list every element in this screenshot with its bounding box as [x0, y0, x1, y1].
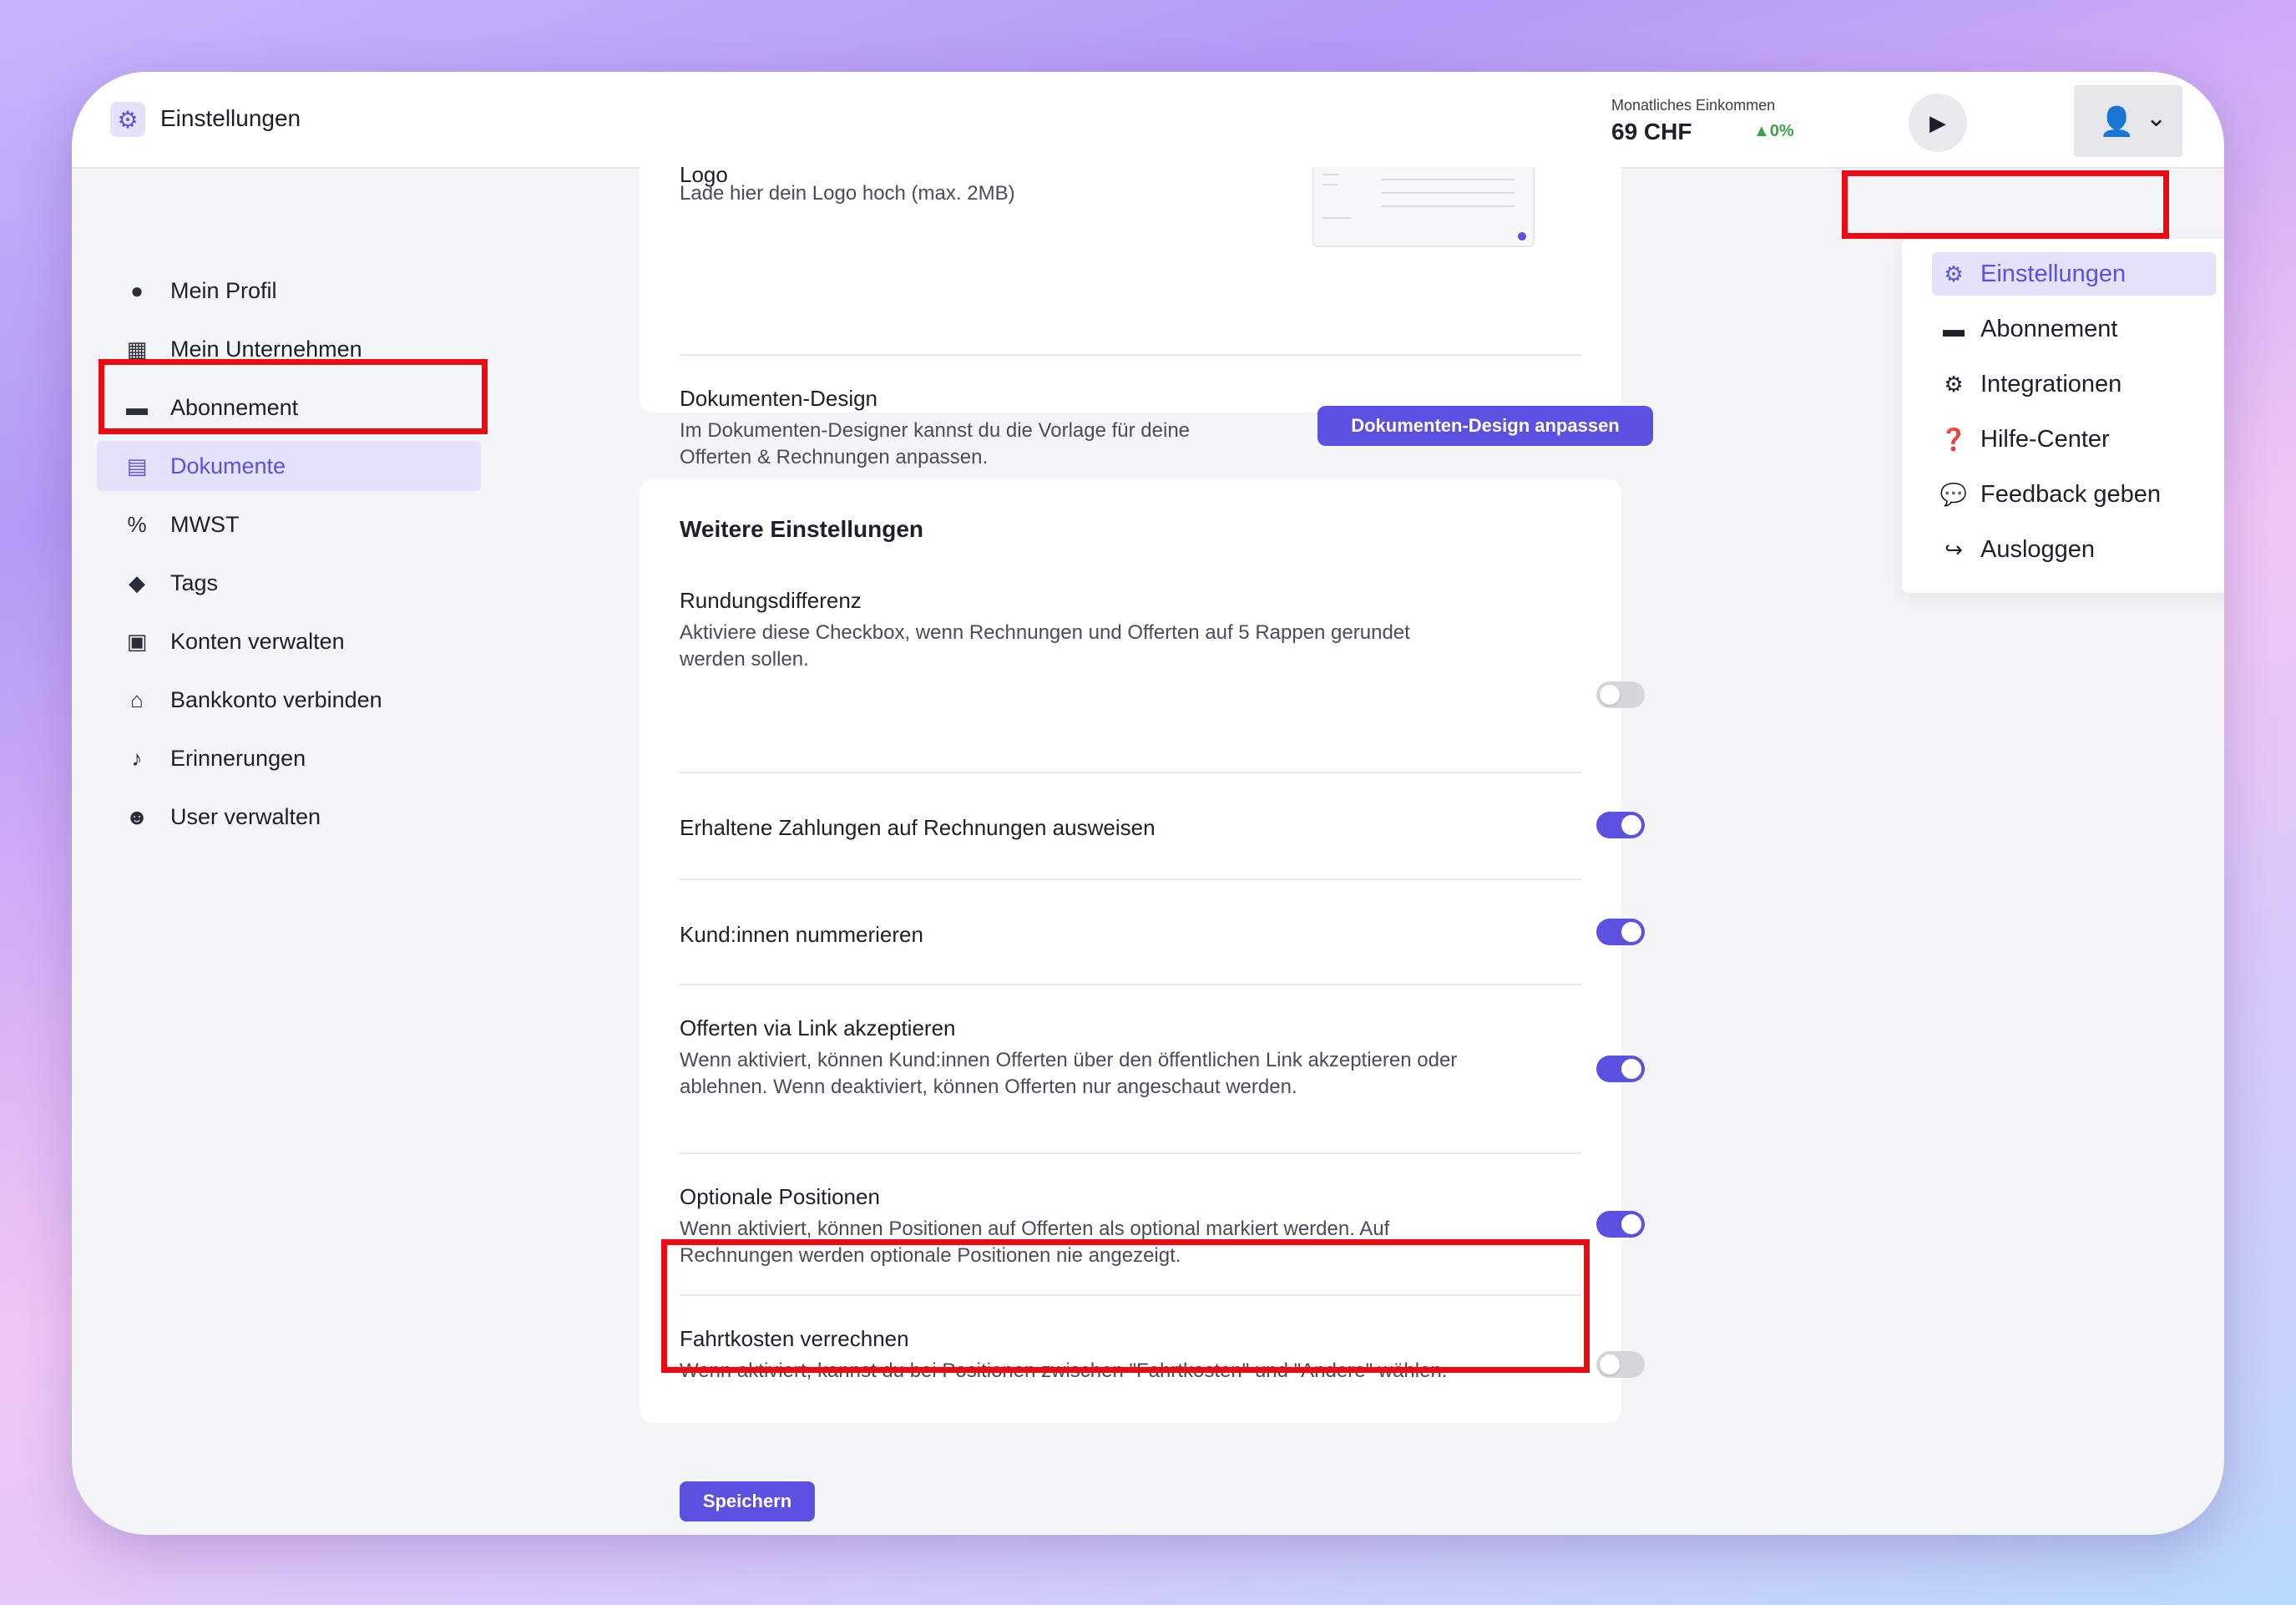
sidebar-item-label: User verwalten: [170, 803, 321, 829]
sidebar-item-erinnerungen[interactable]: ♪ Erinnerungen: [97, 733, 481, 783]
setting-description: Wenn aktiviert, können Positionen auf Of…: [680, 1218, 1390, 1267]
top-bar: ⚙ Einstellungen Monatliches Einkommen 69…: [72, 72, 2224, 169]
rundungsdifferenz-toggle[interactable]: [1596, 681, 1645, 708]
user-icon: 👤: [2099, 106, 2135, 138]
sidebar-item-label: Bankkonto verbinden: [170, 686, 382, 712]
logo-description: Lade hier dein Logo hoch (max. 2MB): [680, 182, 1015, 205]
optionale-positionen-toggle[interactable]: [1596, 1211, 1645, 1238]
question-icon: ❓: [1939, 426, 1968, 452]
sidebar-item-label: Konten verwalten: [170, 628, 345, 654]
comments-icon: 💬: [1939, 481, 1968, 507]
document-design-title: Dokumenten-Design: [680, 386, 878, 411]
play-icon: ▶: [1929, 109, 1946, 135]
setting-title: Optionale Positionen: [680, 1184, 880, 1209]
chevron-down-icon: ⌄: [2146, 104, 2167, 132]
section-title: Weitere Einstellungen: [680, 516, 923, 542]
setting-description: Wenn aktiviert, können Kund:innen Offert…: [680, 1049, 1458, 1098]
sidebar-item-abonnement[interactable]: ▬ Abonnement: [97, 382, 481, 433]
play-button[interactable]: ▶: [1909, 94, 1967, 152]
sidebar-item-mwst[interactable]: % MWST: [97, 499, 481, 549]
app-window: ⚙ Einstellungen Monatliches Einkommen 69…: [72, 72, 2224, 1535]
logo-preview[interactable]: [1312, 167, 1535, 247]
sidebar-item-label: MWST: [170, 511, 240, 537]
kunden-nummerieren-toggle[interactable]: [1596, 919, 1645, 945]
menu-item-abonnement[interactable]: ▬ Abonnement: [1932, 307, 2216, 351]
gear-icon: ⚙: [1944, 261, 1964, 286]
sidebar-item-tags[interactable]: ◆ Tags: [97, 558, 481, 608]
user-menu-button[interactable]: 👤 ⌄: [2074, 85, 2182, 157]
documents-card: Logo Lade hier dein Logo hoch (max. 2MB)…: [640, 162, 1653, 468]
menu-item-feedback-geben[interactable]: 💬 Feedback geben: [1932, 473, 2216, 516]
setting-description: Aktiviere diese Checkbox, wenn Rechnunge…: [680, 621, 1410, 671]
menu-item-label: Integrationen: [1980, 370, 2122, 397]
menu-item-label: Abonnement: [1980, 315, 2118, 342]
sidebar-item-mein-unternehmen[interactable]: ▦ Mein Unternehmen: [97, 324, 481, 374]
menu-item-integrationen[interactable]: ⚙ Integrationen: [1932, 362, 2216, 406]
user-dropdown-menu: ⚙ Einstellungen ▬ Abonnement ⚙ Integrati…: [1902, 239, 2224, 593]
credit-card-icon: ▬: [1943, 316, 1965, 342]
save-button[interactable]: Speichern: [680, 1481, 815, 1521]
gears-icon: ⚙: [1944, 371, 1964, 397]
sidebar-item-dokumente[interactable]: ▤ Dokumente: [97, 441, 481, 491]
more-settings-card: Weitere Einstellungen Rundungsdifferenz …: [640, 479, 1645, 1521]
bell-icon: ♪: [131, 745, 143, 771]
offerten-link-toggle[interactable]: [1596, 1056, 1645, 1082]
highlight-einstellungen: [1842, 170, 2169, 239]
sidebar-item-konten-verwalten[interactable]: ▣ Konten verwalten: [97, 616, 481, 666]
setting-title: Erhaltene Zahlungen auf Rechnungen auswe…: [680, 815, 1156, 840]
setting-title: Fahrtkosten verrechnen: [680, 1326, 909, 1351]
menu-item-label: Ausloggen: [1980, 535, 2096, 563]
menu-item-label: Hilfe-Center: [1980, 425, 2110, 453]
user-icon: ●: [130, 277, 144, 303]
upload-indicator: [1518, 232, 1526, 240]
setting-description: Wenn aktiviert, kannst du bei Positionen…: [680, 1359, 1448, 1382]
sidebar-item-label: Tags: [170, 570, 219, 595]
gear-icon: ⚙: [110, 102, 145, 137]
sidebar-item-label: Mein Profil: [170, 277, 277, 303]
sidebar-item-label: Dokumente: [170, 453, 286, 478]
income-value: 69 CHF: [1611, 119, 1692, 144]
menu-item-label: Einstellungen: [1980, 260, 2127, 287]
divider: [680, 1152, 1581, 1154]
users-icon: ☻: [125, 803, 149, 829]
logout-icon: ↪: [1945, 536, 1963, 562]
divider: [680, 984, 1581, 985]
credit-card-icon: ▬: [126, 394, 148, 420]
document-design-button[interactable]: Dokumenten-Design anpassen: [1317, 406, 1653, 446]
setting-title: Rundungsdifferenz: [680, 588, 862, 613]
menu-item-hilfe-center[interactable]: ❓ Hilfe-Center: [1932, 418, 2216, 461]
sidebar-item-label: Abonnement: [170, 394, 299, 420]
sidebar-item-label: Erinnerungen: [170, 745, 306, 771]
divider: [680, 354, 1581, 356]
divider: [680, 878, 1581, 880]
percent-icon: %: [127, 511, 147, 537]
bank-icon: ⌂: [130, 686, 144, 712]
income-change: ▲0%: [1753, 122, 1794, 140]
setting-title: Kund:innen nummerieren: [680, 922, 923, 947]
sidebar-item-bankkonto-verbinden[interactable]: ⌂ Bankkonto verbinden: [97, 675, 481, 725]
tag-icon: ◆: [129, 570, 145, 595]
menu-item-einstellungen[interactable]: ⚙ Einstellungen: [1932, 252, 2216, 296]
divider: [680, 772, 1581, 773]
document-icon: ▤: [126, 453, 148, 478]
zahlungen-ausweisen-toggle[interactable]: [1596, 812, 1645, 838]
menu-item-label: Feedback geben: [1980, 480, 2162, 508]
income-label: Monatliches Einkommen: [1611, 97, 1776, 114]
document-design-description: Im Dokumenten-Designer kannst du die Vor…: [680, 419, 1191, 468]
setting-title: Offerten via Link akzeptieren: [680, 1015, 956, 1040]
page-title: Einstellungen: [160, 105, 301, 131]
sidebar-item-label: Mein Unternehmen: [170, 336, 362, 362]
fahrtkosten-toggle[interactable]: [1596, 1351, 1645, 1378]
sidebar-item-mein-profil[interactable]: ● Mein Profil: [97, 266, 481, 316]
calculator-icon: ▣: [126, 628, 148, 654]
building-icon: ▦: [126, 336, 148, 362]
divider: [680, 1294, 1581, 1296]
menu-item-ausloggen[interactable]: ↪ Ausloggen: [1932, 528, 2216, 571]
sidebar-item-user-verwalten[interactable]: ☻ User verwalten: [97, 792, 481, 842]
